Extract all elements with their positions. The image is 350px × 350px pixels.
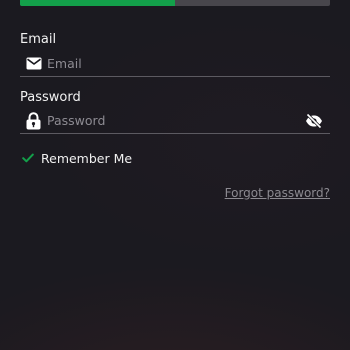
remember-me-label: Remember Me bbox=[41, 150, 133, 166]
checkbox-checked-icon[interactable] bbox=[21, 151, 35, 165]
password-field-container bbox=[20, 108, 330, 134]
progress-bar bbox=[20, 0, 330, 6]
remember-me-toggle[interactable]: Remember Me bbox=[20, 150, 132, 166]
password-label: Password bbox=[20, 90, 81, 105]
forgot-password-link[interactable]: Forgot password? bbox=[225, 186, 330, 200]
password-input[interactable] bbox=[47, 109, 307, 131]
lock-icon bbox=[25, 111, 42, 129]
progress-bar-fill bbox=[20, 0, 175, 6]
email-input[interactable] bbox=[47, 52, 307, 74]
email-field-container bbox=[20, 51, 330, 77]
eye-off-icon[interactable] bbox=[305, 113, 323, 129]
envelope-icon bbox=[25, 55, 42, 72]
email-label: Email bbox=[20, 32, 57, 47]
